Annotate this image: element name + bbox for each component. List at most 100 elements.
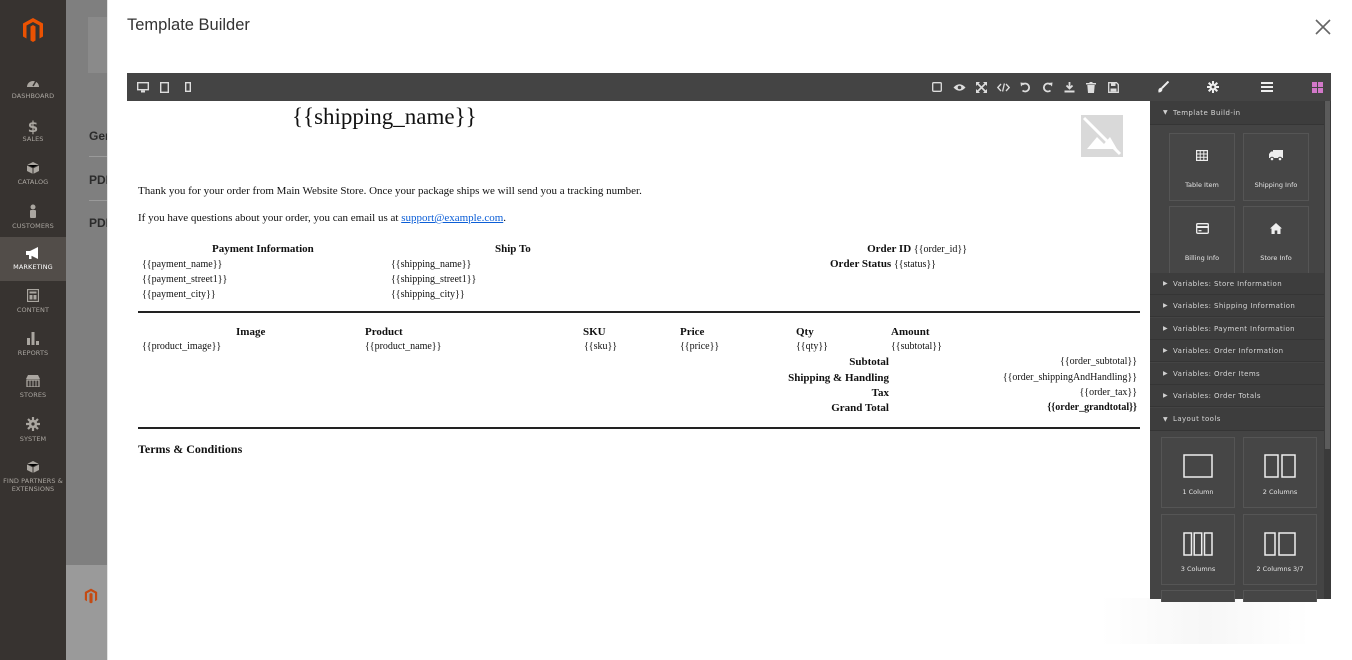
dashboard-icon <box>26 76 40 92</box>
block-2-columns-3-7[interactable]: 2 Columns 3/7 <box>1243 514 1317 585</box>
order-status-value: {{status}} <box>893 259 936 270</box>
totals-value: {{order_shippingAndHandling}} <box>1002 372 1137 383</box>
nav-catalog[interactable]: CATALOG <box>0 152 66 196</box>
device-tablet-button[interactable] <box>154 73 174 101</box>
fullscreen-button[interactable] <box>971 73 991 101</box>
code-icon <box>996 82 1010 92</box>
menu-icon <box>1261 82 1273 92</box>
caret-right-icon: ▶ <box>1163 392 1169 399</box>
block-store-info[interactable]: Store Info <box>1243 206 1309 274</box>
payment-info-header: Payment Information <box>212 243 314 255</box>
order-id-label: Order ID <box>867 243 912 255</box>
section-template-build-in[interactable]: ▼ Template Build-in <box>1150 101 1324 125</box>
caret-down-icon: ▼ <box>1163 415 1169 423</box>
sw-visibility-button[interactable] <box>927 73 947 101</box>
totals-value: {{order_grandtotal}} <box>1047 402 1137 413</box>
nav-marketing[interactable]: MARKETING <box>0 237 66 281</box>
save-icon <box>1107 81 1119 93</box>
section-label: Variables: Payment Information <box>1173 324 1295 333</box>
shipping-name-heading[interactable]: {{shipping_name}} <box>292 104 477 130</box>
block-label: Table Item <box>1185 181 1219 189</box>
magento-logo[interactable] <box>0 0 66 60</box>
mobile-icon <box>185 82 191 92</box>
support-email-link[interactable]: support@example.com <box>401 212 503 224</box>
nav-content[interactable]: CONTENT <box>0 279 66 323</box>
section-label: Variables: Order Information <box>1173 346 1284 355</box>
block-label: 2 Columns <box>1262 488 1298 496</box>
block-2-columns[interactable]: 2 Columns <box>1243 437 1317 508</box>
nav-reports[interactable]: REPORTS <box>0 322 66 366</box>
section-variables-order-info[interactable]: ▶ Variables: Order Information <box>1150 340 1324 362</box>
save-button[interactable] <box>1103 73 1123 101</box>
grid-blocks-icon <box>1311 81 1323 93</box>
ship-to-header: Ship To <box>495 243 531 255</box>
nav-stores[interactable]: STORES <box>0 365 66 409</box>
canvas-shadow <box>1100 598 1310 644</box>
nav-system[interactable]: SYSTEM <box>0 408 66 452</box>
section-variables-store[interactable]: ▶ Variables: Store Information <box>1150 273 1324 295</box>
panel-scrollbar-thumb[interactable] <box>1325 101 1330 449</box>
block-partial[interactable] <box>1243 590 1317 602</box>
block-partial[interactable] <box>1161 590 1235 602</box>
nav-find-partners-label: FIND PARTNERS & EXTENSIONS <box>3 477 63 493</box>
layer-manager-button[interactable] <box>1256 73 1278 101</box>
preview-button[interactable] <box>949 73 969 101</box>
caret-right-icon: ▶ <box>1163 280 1169 287</box>
blocks-button[interactable] <box>1305 73 1329 101</box>
redo-button[interactable] <box>1037 73 1057 101</box>
device-mobile-button[interactable] <box>178 73 198 101</box>
ship-line: {{shipping_street1}} <box>391 274 477 285</box>
download-icon <box>1064 81 1074 92</box>
item-qty-cell: {{qty}} <box>796 341 828 352</box>
nav-dashboard-label: DASHBOARD <box>11 92 55 100</box>
block-table-item[interactable]: Table Item <box>1169 133 1235 201</box>
nav-sales-label: SALES <box>22 134 44 143</box>
section-variables-order-items[interactable]: ▶ Variables: Order Items <box>1150 363 1324 385</box>
items-header-product: Product <box>365 326 403 338</box>
editor-canvas[interactable]: {{shipping_name}} Thank you for your ord… <box>127 101 1150 599</box>
close-button[interactable] <box>1310 14 1336 40</box>
section-layout-tools[interactable]: ▼ Layout tools <box>1150 408 1324 431</box>
person-icon <box>28 204 38 222</box>
credit-card-icon <box>1170 223 1234 234</box>
items-header-image: Image <box>236 326 266 338</box>
nav-dashboard[interactable]: DASHBOARD <box>0 66 66 110</box>
admin-sidebar: DASHBOARD $ SALES CATALOG CUSTOMERS MARK… <box>0 0 66 660</box>
gear-icon <box>26 417 40 435</box>
nav-find-partners[interactable]: FIND PARTNERS & EXTENSIONS <box>0 454 66 500</box>
block-shipping-info[interactable]: Shipping Info <box>1243 133 1309 201</box>
settings-button[interactable] <box>1202 73 1224 101</box>
section-variables-order-totals[interactable]: ▶ Variables: Order Totals <box>1150 385 1324 407</box>
gear-icon <box>1207 81 1219 93</box>
item-amount-cell: {{subtotal}} <box>891 341 942 352</box>
section-label: Variables: Store Information <box>1173 279 1283 288</box>
items-header-price: Price <box>680 326 705 338</box>
clear-canvas-button[interactable] <box>1081 73 1101 101</box>
image-placeholder[interactable] <box>1081 115 1123 161</box>
undo-button[interactable] <box>1015 73 1035 101</box>
tablet-icon <box>159 81 169 93</box>
nav-sales[interactable]: $ SALES <box>0 109 66 153</box>
order-status-label: Order Status <box>830 258 892 270</box>
block-3-columns[interactable]: 3 Columns <box>1161 514 1235 585</box>
editor-toolbar <box>127 73 1331 101</box>
section-variables-payment[interactable]: ▶ Variables: Payment Information <box>1150 318 1324 340</box>
download-button[interactable] <box>1059 73 1079 101</box>
terms-heading[interactable]: Terms & Conditions <box>138 442 242 457</box>
style-manager-button[interactable] <box>1152 73 1174 101</box>
section-divider <box>138 311 1140 313</box>
totals-label: Tax <box>871 387 889 399</box>
section-divider <box>138 427 1140 429</box>
block-1-column[interactable]: 1 Column <box>1161 437 1235 508</box>
device-desktop-button[interactable] <box>133 73 153 101</box>
section-variables-shipping[interactable]: ▶ Variables: Shipping Information <box>1150 295 1324 317</box>
undo-icon <box>1020 82 1030 92</box>
ship-line: {{shipping_name}} <box>391 259 472 270</box>
megaphone-icon <box>25 247 41 263</box>
dollar-icon: $ <box>27 117 39 136</box>
code-view-button[interactable] <box>993 73 1013 101</box>
block-billing-info[interactable]: Billing Info <box>1169 206 1235 274</box>
two-columns-37-icon <box>1244 532 1316 556</box>
nav-customers[interactable]: CUSTOMERS <box>0 195 66 239</box>
caret-right-icon: ▶ <box>1163 325 1169 332</box>
